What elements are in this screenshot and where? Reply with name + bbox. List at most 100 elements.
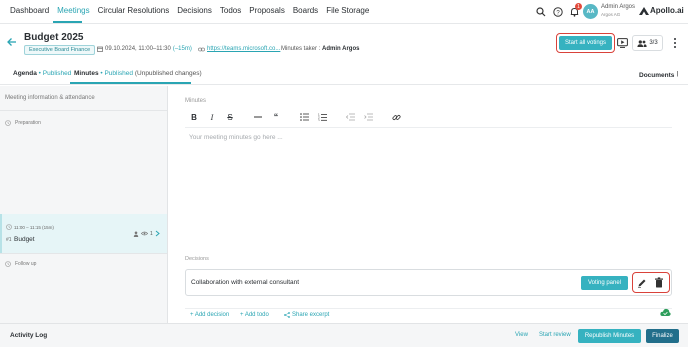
brand-name: Apollo.ai: [650, 6, 684, 15]
search-icon[interactable]: [535, 6, 546, 17]
italic-icon[interactable]: I: [206, 110, 218, 124]
tab-minutes-status: Published: [104, 70, 134, 77]
person-icon: [133, 231, 139, 237]
calendar-icon: [97, 46, 103, 52]
nav-meetings[interactable]: Meetings: [57, 6, 89, 15]
voting-panel-button[interactable]: Voting panel: [581, 276, 628, 290]
documents-label: Documents: [639, 72, 675, 79]
tab-minutes-note: (Unpublished changes): [134, 70, 202, 77]
nav-proposals[interactable]: Proposals: [249, 6, 285, 15]
cloud-saved-icon: [660, 308, 671, 317]
meeting-date: 09.10.2024, 11:00–11:30 (–15m): [97, 46, 192, 52]
active-tab-indicator: [70, 82, 191, 84]
trash-icon[interactable]: [654, 277, 664, 288]
numbered-list-icon[interactable]: 123: [316, 110, 328, 124]
link-icon[interactable]: [390, 110, 402, 124]
clock-icon: [5, 261, 11, 267]
decision-card[interactable]: Collaboration with external consultant V…: [185, 269, 672, 296]
share-icon: [284, 312, 290, 318]
horizontal-rule-icon[interactable]: [252, 110, 264, 124]
add-decision-button[interactable]: + Add decision: [190, 312, 229, 318]
share-excerpt-label: Share excerpt: [292, 312, 330, 318]
active-nav-indicator: [53, 21, 82, 23]
minutes-editor-area: Minutes B I S “ 123 Your meeting minutes…: [169, 86, 688, 323]
minutes-taker-label: Minutes taker :: [281, 46, 321, 52]
agenda-item-meta: 1: [133, 230, 160, 237]
nav-circular-resolutions[interactable]: Circular Resolutions: [98, 6, 170, 15]
link-icon: [198, 47, 205, 51]
minutes-taker: Minutes taker : Admin Argos: [281, 46, 359, 52]
edit-icon[interactable]: [637, 278, 647, 288]
chevron-right-icon[interactable]: [155, 230, 160, 237]
help-icon[interactable]: ?: [552, 6, 563, 17]
republish-minutes-button[interactable]: Republish Minutes: [578, 329, 641, 343]
nav-file-storage[interactable]: File Storage: [326, 6, 369, 15]
svg-text:3: 3: [318, 118, 320, 121]
bullet-list-icon[interactable]: [298, 110, 310, 124]
share-excerpt-button[interactable]: Share excerpt: [284, 312, 329, 318]
minutes-taker-name: Admin Argos: [322, 46, 360, 52]
add-todo-button[interactable]: + Add todo: [240, 312, 269, 318]
info-icon: [677, 71, 679, 77]
preparation-label: Preparation: [15, 120, 41, 126]
indent-icon[interactable]: [362, 110, 374, 124]
finalize-button[interactable]: Finalize: [646, 329, 679, 343]
meeting-link-text[interactable]: https://teams.microsoft.co...: [207, 46, 280, 52]
nav-boards[interactable]: Boards: [293, 6, 318, 15]
tab-minutes[interactable]: Minutes • Published (Unpublished changes…: [74, 70, 202, 77]
follow-up-section[interactable]: Follow up: [0, 253, 167, 273]
start-all-votings-button[interactable]: Start all votings: [559, 36, 612, 50]
quote-icon[interactable]: “: [270, 110, 282, 124]
page-title: Budget 2025: [24, 32, 84, 43]
apollo-logo-icon: [639, 6, 649, 15]
meeting-tabs: Agenda • Published Minutes • Published (…: [0, 62, 688, 85]
tab-agenda-status: Published: [42, 70, 72, 77]
presentation-icon[interactable]: [617, 38, 628, 48]
more-options-icon[interactable]: [673, 38, 677, 48]
tab-agenda[interactable]: Agenda • Published: [13, 70, 71, 77]
minutes-editor-input[interactable]: Your meeting minutes go here ...: [189, 134, 283, 141]
nav-todos[interactable]: Todos: [220, 6, 241, 15]
minutes-label: Minutes: [185, 98, 207, 104]
attendees-button[interactable]: 3/3: [632, 35, 663, 51]
board-tag[interactable]: Executive Board Finance: [24, 45, 96, 55]
brand-logo: Apollo.ai: [639, 6, 684, 15]
preparation-section[interactable]: Preparation: [0, 110, 167, 134]
minutes-actions: + Add decision + Add todo Share excerpt: [185, 308, 672, 323]
nav-decisions[interactable]: Decisions: [177, 6, 212, 15]
view-link[interactable]: View: [515, 332, 528, 338]
clock-icon: [6, 224, 12, 230]
people-icon: [637, 39, 647, 47]
avatar[interactable]: AA: [583, 4, 598, 19]
agenda-sidebar: Meeting information & attendance Prepara…: [0, 86, 168, 323]
user-organization: Argos AG: [601, 12, 621, 17]
agenda-item[interactable]: 11:00 – 11:15 (15m) #1 Budget 1: [0, 214, 167, 253]
clock-icon: [5, 120, 11, 126]
decision-text: Collaboration with external consultant: [191, 279, 300, 286]
start-review-link[interactable]: Start review: [539, 332, 571, 338]
decisions-label: Decisions: [185, 256, 209, 262]
user-name[interactable]: Admin Argos: [601, 4, 635, 10]
strikethrough-icon[interactable]: S: [224, 110, 236, 124]
agenda-item-title: Budget: [14, 236, 35, 243]
back-arrow-icon[interactable]: [7, 37, 17, 47]
outdent-icon[interactable]: [344, 110, 356, 124]
meeting-duration: (–15m): [172, 46, 192, 52]
meeting-link[interactable]: https://teams.microsoft.co...: [198, 46, 280, 52]
bottom-bar: Activity Log View Start review Republish…: [0, 323, 688, 347]
notification-badge: 1: [575, 3, 582, 10]
tab-minutes-label: Minutes: [74, 70, 99, 77]
main-nav: Dashboard Meetings Circular Resolutions …: [10, 6, 369, 15]
documents-link[interactable]: Documents: [639, 70, 679, 79]
attendees-count: 3/3: [649, 40, 658, 46]
agenda-item-number: #1: [6, 237, 12, 243]
top-navigation: Dashboard Meetings Circular Resolutions …: [0, 0, 688, 24]
agenda-item-count: 1: [150, 230, 153, 237]
nav-dashboard[interactable]: Dashboard: [10, 6, 49, 15]
eye-icon: [141, 231, 148, 236]
activity-log-toggle[interactable]: Activity Log: [10, 332, 47, 339]
meeting-information-link[interactable]: Meeting information & attendance: [5, 95, 95, 101]
agenda-item-time: 11:00 – 11:15 (15m): [14, 225, 54, 230]
follow-up-label: Follow up: [15, 261, 37, 267]
bold-icon[interactable]: B: [188, 110, 200, 124]
